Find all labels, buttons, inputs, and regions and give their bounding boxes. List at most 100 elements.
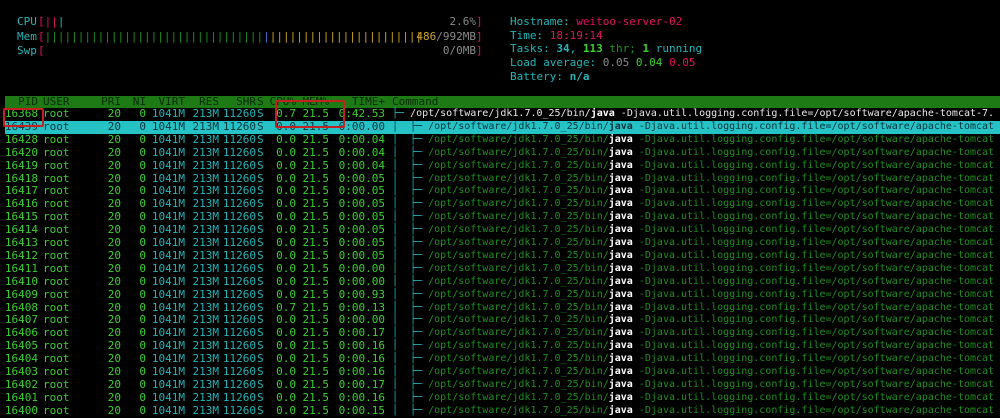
cell-time: 0:00.17 [338, 377, 385, 391]
cell-command: │ ├─ /opt/software/jdk1.7.0_25/bin/java … [392, 185, 994, 197]
cell-pid: 16420 [4, 145, 38, 159]
process-row[interactable]: 16400 root 20 0 1041M 213M 11260 S 0.0 21.5 0:00.1… [5, 403, 1000, 418]
tasks-line: Tasks: 34, 113 thr; 1 running [510, 42, 703, 55]
command-args: -Djava.util.logging.config.file=/opt/sof… [632, 301, 995, 313]
cell-pri: 20 [107, 300, 121, 314]
cell-command: │ ├─ /opt/software/jdk1.7.0_25/bin/java … [392, 211, 994, 223]
command-path: /opt/software/jdk1.7.0_25/bin/ [428, 237, 609, 248]
command-path: /opt/software/jdk1.7.0_25/bin/ [428, 133, 609, 145]
cell-virt: 1041M [151, 145, 185, 159]
cell-ni: 0 [139, 274, 146, 288]
command-exe: java [608, 237, 633, 248]
column-header-command[interactable]: Command [392, 96, 438, 108]
hostname-label: Hostname: [510, 15, 577, 28]
cell-user: root [43, 248, 70, 262]
time-value: 18:19:14 [549, 29, 603, 42]
cell-pid: 16407 [4, 313, 38, 327]
command-path: /opt/software/jdk1.7.0_25/bin/ [428, 378, 609, 390]
cell-mem: 21.5 [302, 236, 330, 249]
cell-command: │ ├─ /opt/software/jdk1.7.0_25/bin/java … [392, 121, 994, 133]
cell-command: │ ├─ /opt/software/jdk1.7.0_25/bin/java … [392, 237, 994, 249]
process-row[interactable]: 16420 root 20 0 1041M 213M 11260 S 0.0 21.5 0:00.0… [4, 145, 1000, 160]
cell-ni: 0 [139, 313, 146, 327]
cell-user: root [43, 107, 70, 120]
mem-meter-label: Mem [17, 30, 37, 43]
cell-time: 0:00.93 [338, 287, 385, 301]
command-exe: java [608, 378, 633, 390]
process-row[interactable]: 16403 root 20 0 1041M 213M 11260 S 0.0 21.5 0:00.1… [5, 366, 1000, 379]
process-row[interactable]: 16419 root 20 0 1041M 213M 11260 S 0.0 21.5 0:00.0… [5, 158, 1000, 173]
command-args: -Djava.util.logging.config.file=/opt/sof… [632, 159, 995, 171]
cell-user: root [43, 274, 70, 288]
command-exe: java [608, 146, 633, 158]
process-row[interactable]: 16368 root 20 0 1041M 213M 11260 S 0.7 21.5 0:42.5… [5, 108, 1000, 121]
cell-shr: 11260 [222, 171, 256, 185]
process-row[interactable]: 16402 root 20 0 1041M 213M 11260 S 0.0 21.5 0:00.1… [5, 377, 1000, 392]
process-row[interactable]: 16428 root 20 0 1041M 213M 11260 S 0.0 21.5 0:00.0… [5, 133, 1000, 147]
cell-shr: 11260 [222, 158, 256, 172]
cell-virt: 1041M [151, 158, 185, 172]
command-path: /opt/software/jdk1.7.0_25/bin/ [428, 224, 609, 236]
command-exe: java [608, 159, 633, 171]
cell-cpu: 0.0 [276, 197, 296, 211]
cell-ni: 0 [139, 390, 146, 404]
cell-cpu: 0.0 [276, 390, 296, 404]
command-args: -Djava.util.logging.config.file=/opt/sof… [632, 211, 995, 223]
process-row[interactable]: 16413 root 20 0 1041M 213M 11260 S 0.0 21.5 0:00.0… [5, 237, 1000, 250]
cell-pri: 20 [107, 171, 121, 185]
process-row[interactable]: 16409 root 20 0 1041M 213M 11260 S 0.0 21.5 0:00.9… [4, 287, 1000, 302]
command-args: -Djava.util.logging.config.file=/opt/sof… [632, 404, 995, 416]
cell-pid: 16401 [4, 390, 38, 404]
cell-user: root [43, 403, 70, 417]
cell-virt: 1041M [151, 390, 185, 404]
cell-cpu: 0.0 [276, 145, 296, 159]
cell-mem: 21.5 [302, 223, 330, 237]
cell-res: 213M [192, 236, 220, 249]
cell-time: 0:00.16 [338, 352, 385, 366]
cell-pid: 16415 [4, 210, 38, 224]
cell-pri: 20 [107, 339, 121, 353]
command-path: /opt/software/jdk1.7.0_25/bin/ [428, 159, 609, 171]
cell-shr: 11260 [222, 287, 256, 301]
command-path: /opt/software/jdk1.7.0_25/bin/ [428, 314, 609, 326]
tree-branch: │ ├─ [392, 120, 429, 132]
cell-pid: 16409 [4, 287, 38, 301]
time-line: Time: 18:19:14 [510, 29, 603, 42]
command-path: /opt/software/jdk1.7.0_25/bin/ [428, 327, 609, 339]
command-exe: java [608, 262, 633, 274]
tasks-count: 34 [556, 42, 570, 55]
cell-pri: 20 [107, 107, 121, 120]
cell-mem: 21.5 [302, 158, 330, 172]
mem-meter-bar: [|||||||||||||||||||||||||||||||||||||||… [38, 30, 423, 43]
cell-time: 0:00.00 [338, 261, 385, 275]
cell-cpu: 0.0 [276, 313, 296, 327]
cell-cpu: 0.0 [276, 158, 296, 172]
cpu-meter-bar: [||| [38, 15, 65, 28]
cell-mem: 21.5 [302, 274, 330, 288]
cell-pri: 20 [107, 210, 121, 224]
cell-command: │ ├─ /opt/software/jdk1.7.0_25/bin/java … [392, 405, 994, 417]
swp-meter-value: 0/0MB [442, 44, 476, 57]
command-exe: java [608, 133, 633, 145]
process-row[interactable]: 16410 root 20 0 1041M 213M 11260 S 0.0 21.5 0:00.0… [5, 274, 1000, 289]
process-row[interactable]: 16411 root 20 0 1041M 213M 11260 S 0.0 21.5 0:00.0… [5, 261, 1000, 276]
mem-meter-bracket: ] [476, 30, 483, 43]
cell-ni: 0 [139, 248, 146, 262]
cell-cpu: 0.0 [276, 403, 296, 417]
command-exe: java [608, 224, 633, 236]
cell-s: S [257, 300, 264, 314]
cell-virt: 1041M [151, 119, 185, 133]
process-row[interactable]: 16401 root 20 0 1041M 213M 11260 S 0.0 21.5 0:00.1… [4, 390, 1000, 405]
cell-user: root [43, 313, 70, 327]
process-row[interactable]: 16412 root 20 0 1041M 213M 11260 S 0.0 21.5 0:00.0… [5, 248, 1000, 263]
cell-command: │ ├─ /opt/software/jdk1.7.0_25/bin/java … [392, 276, 994, 288]
cell-shr: 11260 [222, 210, 256, 224]
cell-time: 0:00.05 [338, 171, 385, 185]
cell-shr: 11260 [222, 274, 256, 288]
cell-res: 213M [192, 339, 220, 353]
command-args: -Djava.util.logging.config.file=/opt/sof… [632, 237, 995, 248]
tree-branch: │ ├─ [392, 211, 429, 223]
process-row[interactable]: 16439 root 20 0 1041M 213M 11260 S 0.0 21.5 0:00.0… [5, 119, 1000, 134]
command-args: -Djava.util.logging.config.file=/opt/sof… [632, 185, 995, 197]
command-exe: java [608, 198, 633, 210]
